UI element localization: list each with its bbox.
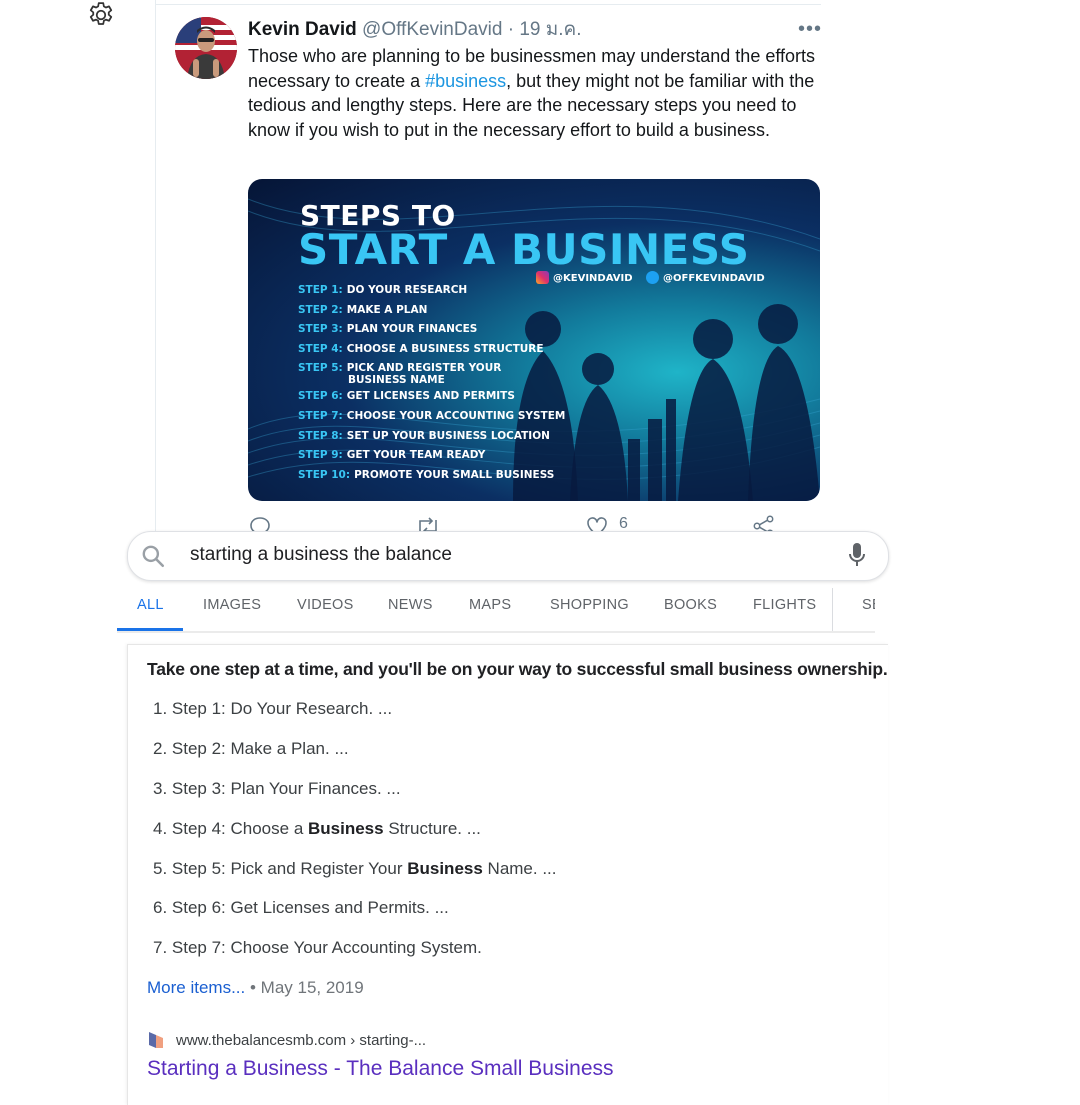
twitter-handle: @OFFKEVINDAVID: [663, 273, 765, 284]
tab-maps[interactable]: MAPS: [469, 597, 511, 613]
list-item: 4. Step 4: Choose a Business Structure. …: [153, 818, 481, 838]
tweet-text: Those who are planning to be businessmen…: [248, 44, 818, 142]
result-url[interactable]: www.thebalancesmb.com › starting-...: [176, 1032, 426, 1049]
search-input[interactable]: [190, 541, 810, 569]
card-step: STEP 1: DO YOUR RESEARCH: [298, 284, 468, 296]
tabs-divider: [832, 588, 833, 632]
result-title-link[interactable]: Starting a Business - The Balance Small …: [147, 1057, 614, 1081]
list-item: 1. Step 1: Do Your Research. ...: [153, 699, 393, 718]
card-twitter: @OFFKEVINDAVID: [646, 271, 765, 284]
tabs-bottom-border: [117, 631, 875, 633]
more-options-icon[interactable]: •••: [798, 18, 822, 40]
hashtag-link[interactable]: #business: [425, 71, 506, 91]
card-step: STEP 3: PLAN YOUR FINANCES: [298, 323, 478, 336]
tab-shopping[interactable]: SHOPPING: [550, 597, 629, 613]
card-step: STEP 8: SET UP YOUR BUSINESS LOCATION: [298, 429, 550, 442]
tab-overflow[interactable]: SE: [862, 597, 875, 613]
tweet-divider: [155, 0, 156, 540]
tab-news[interactable]: NEWS: [388, 597, 433, 613]
tab-images[interactable]: IMAGES: [203, 597, 261, 613]
author-name[interactable]: Kevin David: [248, 19, 357, 40]
list-item: 6. Step 6: Get Licenses and Permits. ...: [153, 898, 449, 918]
tweet-date[interactable]: 19 ม.ค.: [519, 19, 581, 40]
card-step: STEP 4: CHOOSE A BUSINESS STRUCTURE: [298, 342, 544, 355]
author-handle[interactable]: @OffKevinDavid: [362, 19, 502, 40]
search-icon[interactable]: [140, 543, 166, 569]
card-step: STEP 7: CHOOSE YOUR ACCOUNTING SYSTEM: [298, 409, 566, 422]
twitter-bird-icon: [646, 271, 659, 284]
card-step: STEP 5: PICK AND REGISTER YOUR BUSINESS NA…: [298, 362, 502, 386]
card-steps-list: STEP 1: DO YOUR RESEARCH STEP 2: MAKE A PL…: [298, 281, 565, 485]
tweet-header: Kevin David @OffKevinDavid · 19 ม.ค.: [248, 18, 582, 42]
list-item: 7. Step 7: Choose Your Accounting System…: [153, 938, 482, 958]
search-tabs: ALL IMAGES VIDEOS NEWS MAPS SHOPPING BOO…: [117, 597, 877, 633]
more-items-row: More items... • May 15, 2019: [147, 978, 364, 998]
more-items-link[interactable]: More items...: [147, 978, 245, 997]
snippet-heading: Take one step at a time, and you'll be o…: [147, 659, 888, 679]
tweet-image[interactable]: STEPS TO START A BUSINESS @KEVINDAVID @O…: [248, 179, 820, 501]
card-step: STEP 2: MAKE A PLAN: [298, 303, 428, 316]
favicon-icon: [149, 1032, 163, 1048]
mic-icon[interactable]: [846, 541, 868, 569]
card-step: STEP 9: GET YOUR TEAM READY: [298, 449, 486, 462]
list-item: 2. Step 2: Make a Plan. ...: [153, 738, 349, 758]
list-item: 5. Step 5: Pick and Register Your Busine…: [153, 858, 557, 878]
avatar[interactable]: [175, 17, 237, 79]
snippet-steps-list: 1. Step 1: Do Your Research. ... 2. Step…: [153, 698, 557, 977]
card-step: STEP 10: PROMOTE YOUR SMALL BUSINESS: [298, 468, 555, 481]
tab-all[interactable]: ALL: [137, 597, 164, 613]
snippet-date: May 15, 2019: [260, 978, 364, 997]
tab-books[interactable]: BOOKS: [664, 597, 717, 613]
gear-icon[interactable]: [86, 0, 116, 30]
list-item: 3. Step 3: Plan Your Finances. ...: [153, 778, 401, 798]
tab-flights[interactable]: FLIGHTS: [753, 597, 816, 613]
header-separator: ·: [507, 19, 515, 40]
card-title-line2: START A BUSINESS: [298, 225, 750, 274]
card-step: STEP 6: GET LICENSES AND PERMITS: [298, 390, 515, 403]
tab-videos[interactable]: VIDEOS: [297, 597, 354, 613]
page-clip: [875, 520, 1080, 1080]
snippet-date-separator: •: [245, 978, 261, 997]
tweet-top-border: [156, 4, 821, 5]
